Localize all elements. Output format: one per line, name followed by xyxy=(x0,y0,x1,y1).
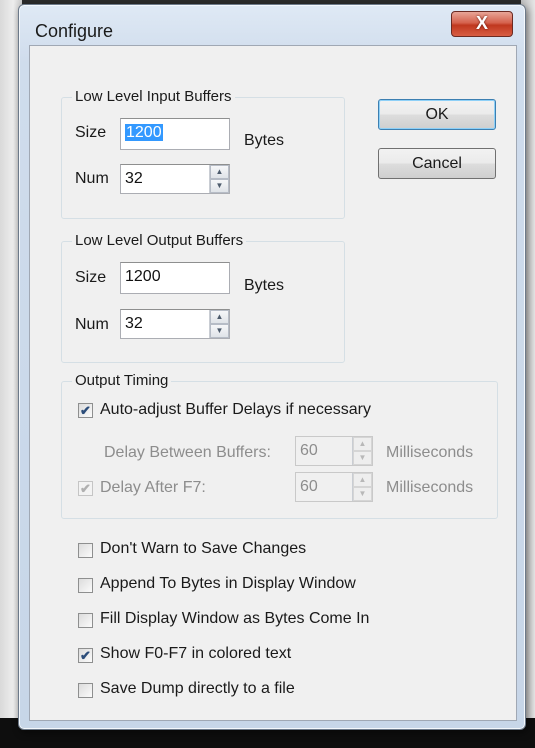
output-buffers-legend: Low Level Output Buffers xyxy=(72,232,247,249)
chevron-down-icon: ▼ xyxy=(358,489,367,498)
ok-button[interactable]: OK xyxy=(378,99,496,130)
spin-up-button[interactable]: ▲ xyxy=(210,310,229,324)
output-buffers-group: Low Level Output Buffers xyxy=(61,232,345,363)
input-num-value: 32 xyxy=(125,170,143,187)
checkmark-icon: ✔ xyxy=(80,481,91,496)
option-label-show-colored: Show F0-F7 in colored text xyxy=(100,645,292,662)
dialog-title: Configure xyxy=(35,21,114,41)
auto-adjust-checkbox[interactable]: ✔ xyxy=(78,403,93,418)
output-timing-legend: Output Timing xyxy=(72,372,172,389)
input-buffers-legend: Low Level Input Buffers xyxy=(72,88,235,105)
input-size-value: 1200 xyxy=(125,124,163,141)
option-checkbox-save-dump[interactable] xyxy=(78,683,93,698)
spin-down-button[interactable]: ▼ xyxy=(353,487,372,501)
delay-after-label: Delay After F7: xyxy=(100,479,206,496)
input-size-label: Size xyxy=(75,124,107,141)
chevron-down-icon: ▼ xyxy=(358,453,367,462)
delay-after-checkbox[interactable]: ✔ xyxy=(78,481,93,496)
output-num-spinner: ▲ ▼ xyxy=(209,310,229,338)
option-checkbox-dont-warn[interactable] xyxy=(78,543,93,558)
input-num-label: Num xyxy=(75,170,109,187)
delay-between-spinner: ▲ ▼ xyxy=(352,437,372,465)
input-size-unit: Bytes xyxy=(244,132,285,149)
delay-after-value: 60 xyxy=(300,478,318,495)
delay-between-value: 60 xyxy=(300,442,318,459)
output-size-unit: Bytes xyxy=(244,277,285,294)
option-label-fill-display: Fill Display Window as Bytes Come In xyxy=(100,610,370,627)
auto-adjust-label: Auto-adjust Buffer Delays if necessary xyxy=(100,401,371,418)
chevron-down-icon: ▼ xyxy=(215,326,224,335)
chevron-down-icon: ▼ xyxy=(215,181,224,190)
checkmark-icon: ✔ xyxy=(80,648,91,663)
option-checkbox-append[interactable] xyxy=(78,578,93,593)
spin-down-button[interactable]: ▼ xyxy=(210,179,229,193)
configure-dialog: Configure X Low Level Input Buffers Size… xyxy=(18,4,526,730)
spin-up-button[interactable]: ▲ xyxy=(353,437,372,451)
close-icon: X xyxy=(475,13,488,33)
option-checkbox-fill-display[interactable] xyxy=(78,613,93,628)
input-num-spinner: ▲ ▼ xyxy=(209,165,229,193)
delay-after-spinner: ▲ ▼ xyxy=(352,473,372,501)
chevron-up-icon: ▲ xyxy=(358,475,367,484)
delay-between-unit: Milliseconds xyxy=(386,444,474,461)
input-buffers-group: Low Level Input Buffers xyxy=(61,88,345,219)
option-checkbox-show-colored[interactable]: ✔ xyxy=(78,648,93,663)
spin-down-button[interactable]: ▼ xyxy=(210,324,229,338)
spin-up-button[interactable]: ▲ xyxy=(353,473,372,487)
spin-up-button[interactable]: ▲ xyxy=(210,165,229,179)
option-label-append: Append To Bytes in Display Window xyxy=(100,575,356,592)
dialog-client-area: Low Level Input Buffers Size 1200 Bytes … xyxy=(29,45,517,721)
option-label-dont-warn: Don't Warn to Save Changes xyxy=(100,540,307,557)
output-size-label: Size xyxy=(75,269,107,286)
chevron-up-icon: ▲ xyxy=(358,439,367,448)
chevron-up-icon: ▲ xyxy=(215,167,224,176)
spin-down-button[interactable]: ▼ xyxy=(353,451,372,465)
output-num-label: Num xyxy=(75,316,109,333)
option-label-save-dump: Save Dump directly to a file xyxy=(100,680,295,697)
close-button[interactable]: X xyxy=(451,11,513,37)
delay-between-label: Delay Between Buffers: xyxy=(104,444,271,461)
delay-after-unit: Milliseconds xyxy=(386,479,474,496)
output-size-value: 1200 xyxy=(125,268,161,285)
chevron-up-icon: ▲ xyxy=(215,312,224,321)
checkmark-icon: ✔ xyxy=(80,403,91,418)
cancel-button[interactable]: Cancel xyxy=(378,148,496,179)
output-num-value: 32 xyxy=(125,315,143,332)
output-size-field[interactable]: 1200 xyxy=(120,262,230,294)
input-size-field[interactable]: 1200 xyxy=(120,118,230,150)
